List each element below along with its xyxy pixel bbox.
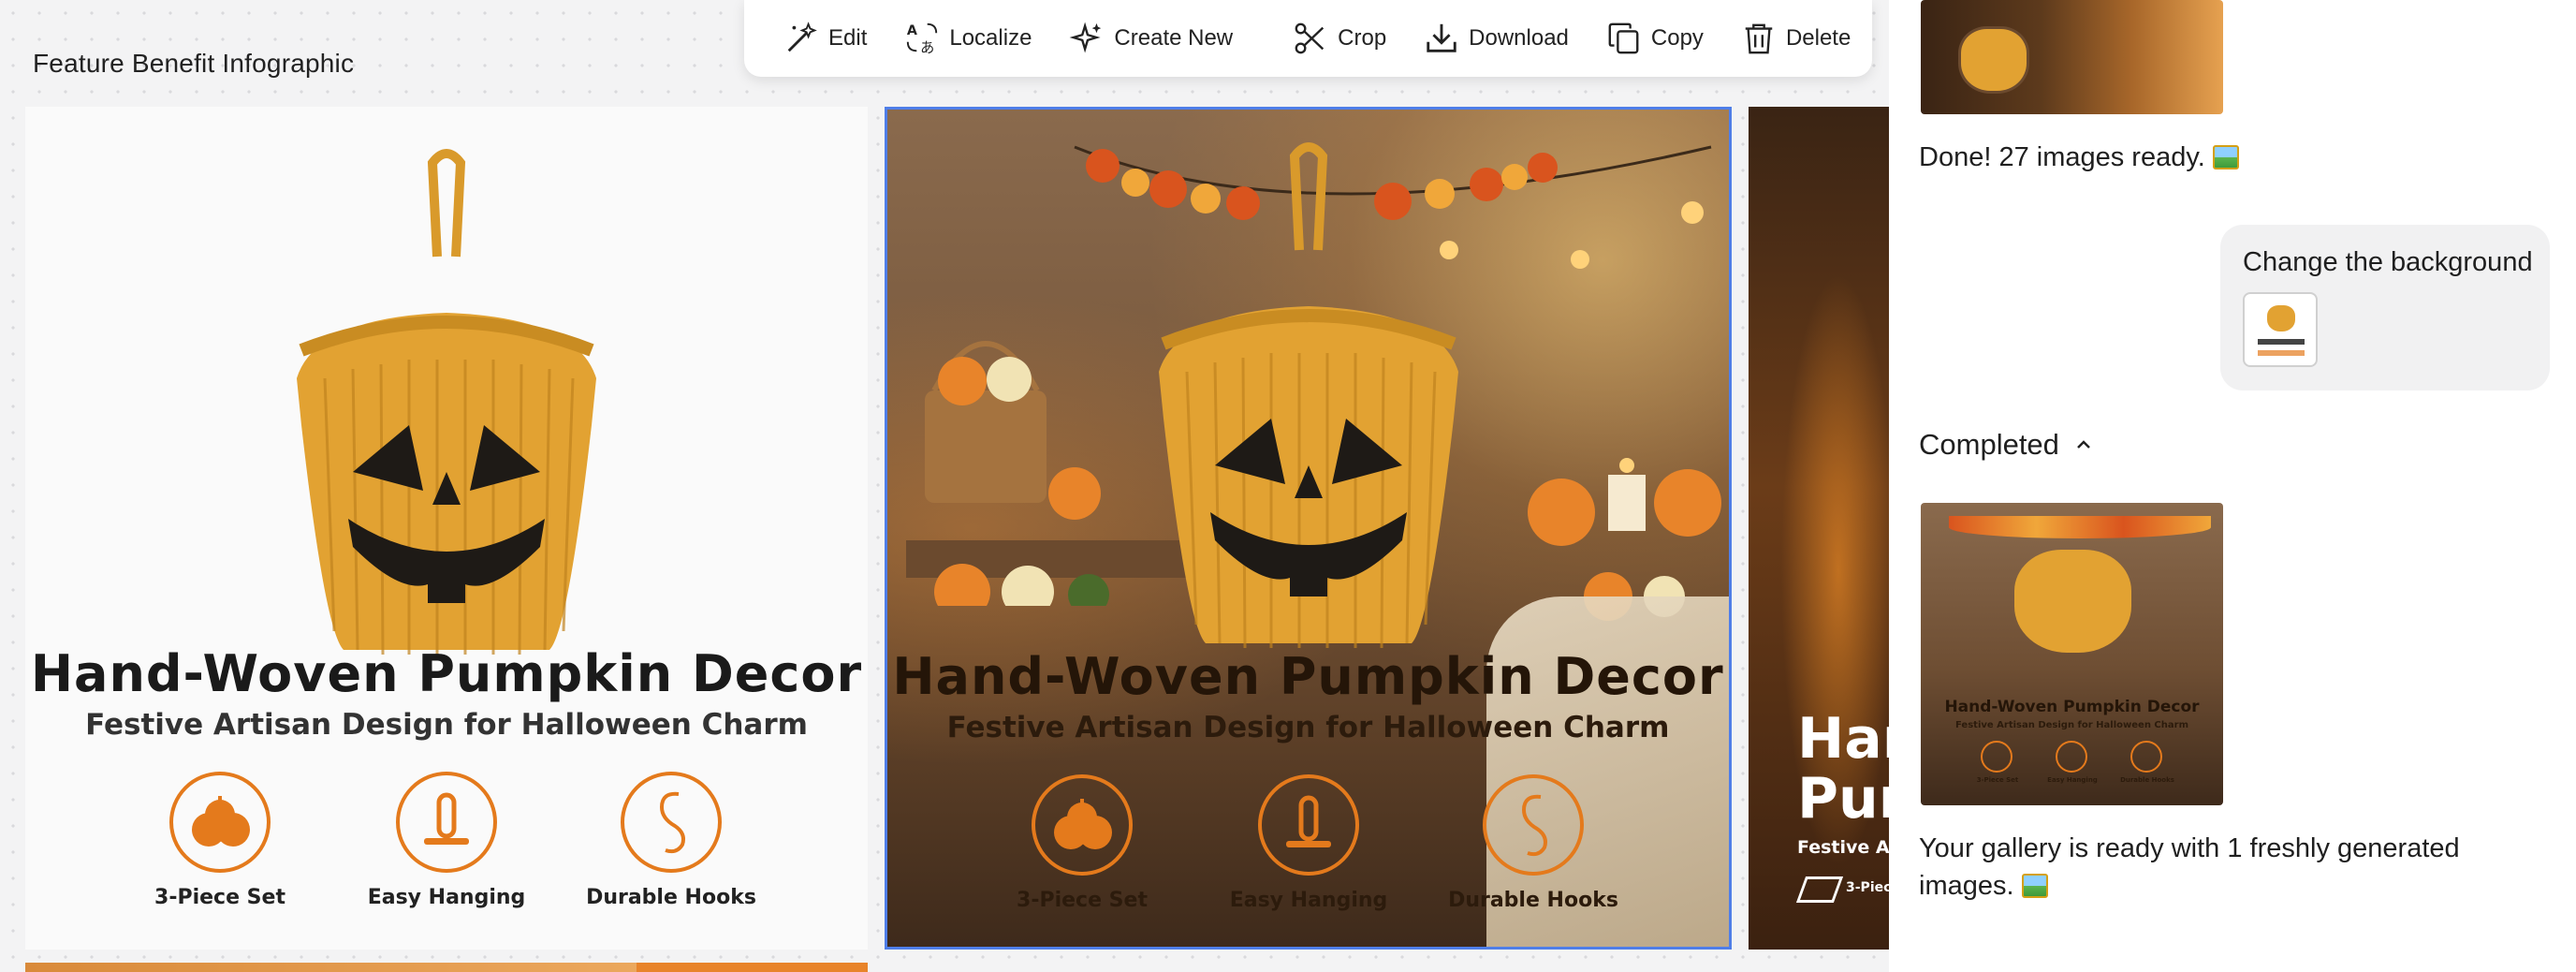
result-thumb-feature: Easy Hanging — [2047, 776, 2098, 784]
done-message: Done! 27 images ready. — [1919, 139, 2239, 176]
garland-thumb — [1949, 516, 2211, 538]
feature-label: 3-Piece Set — [154, 886, 285, 909]
attached-image-thumbnail[interactable] — [2243, 292, 2318, 367]
copy-label: Copy — [1650, 25, 1704, 51]
completed-section-toggle[interactable]: Completed — [1919, 428, 2095, 462]
hanger-icon — [1258, 774, 1359, 876]
hook-icon — [1483, 774, 1584, 876]
image-emoji-icon — [2212, 145, 2239, 169]
feature-3-piece-set: 3-Piece Set — [126, 772, 314, 909]
feature-label: 3-Piece Set — [1017, 889, 1148, 912]
download-button[interactable]: Download — [1405, 10, 1588, 66]
feature-label: 3-Piec — [1846, 880, 1889, 895]
thumb-text-lines — [2258, 339, 2305, 345]
create-new-button[interactable]: Create New — [1050, 10, 1251, 66]
feature-label: Durable Hooks — [586, 886, 756, 909]
trash-icon — [1745, 23, 1773, 54]
card-title-line1: Han — [1797, 706, 1889, 772]
svg-text:A: A — [907, 23, 917, 38]
feature-durable-hooks: Durable Hooks — [1440, 774, 1627, 912]
card-title: Hand-Woven Pumpkin Decor — [892, 647, 1724, 706]
thumb-icon-row — [2258, 350, 2305, 356]
result-thumb-feature: 3-Piece Set — [1976, 776, 2019, 784]
pumpkins-icon — [169, 772, 271, 873]
feature-circle-thumb — [1981, 741, 2012, 773]
translate-icon: Aあ — [907, 22, 938, 56]
user-message-bubble: Change the background — [2220, 225, 2550, 390]
feature-label: Durable Hooks — [1448, 889, 1618, 912]
image-card-1[interactable]: Hand-Woven Pumpkin Decor Festive Artisan… — [25, 107, 868, 950]
copy-button[interactable]: Copy — [1588, 10, 1722, 66]
hook-icon — [621, 772, 722, 873]
canvas[interactable]: Feature Benefit Infographic Hand-Woven P… — [0, 0, 1889, 972]
feature-label: Easy Hanging — [1229, 889, 1388, 912]
hanger-icon — [396, 772, 497, 873]
card-subtitle: Festive Artisan Design for Halloween Cha… — [85, 708, 808, 742]
image-card-2-selected[interactable]: Hand-Woven Pumpkin Decor Festive Artisan… — [885, 107, 1732, 950]
crop-button[interactable]: Crop — [1274, 10, 1405, 66]
completed-label: Completed — [1919, 428, 2059, 461]
localize-button[interactable]: Aあ Localize — [886, 10, 1050, 66]
delete-label: Delete — [1785, 25, 1852, 51]
pumpkin-thumb-icon — [2267, 305, 2295, 331]
user-message-text: Change the background — [2243, 247, 2533, 277]
image-emoji-icon — [2021, 874, 2048, 898]
download-icon — [1427, 23, 1456, 52]
image-card-3[interactable]: Han Pun Festive Art 3-Piec — [1749, 107, 1889, 950]
result-thumbnail[interactable]: Hand-Woven Pumpkin Decor Festive Artisan… — [1921, 503, 2223, 805]
feature-durable-hooks: Durable Hooks — [578, 772, 765, 909]
result-thumb-title: Hand-Woven Pumpkin Decor — [1944, 698, 2200, 716]
feature-circle-thumb — [2056, 741, 2087, 773]
create-new-label: Create New — [1114, 25, 1234, 51]
magic-wand-icon — [787, 22, 817, 52]
final-message: Your gallery is ready with 1 freshly gen… — [1919, 833, 2460, 901]
card-subtitle: Festive Artisan Design for Halloween Cha… — [946, 711, 1670, 744]
feature-circle-thumb — [2130, 741, 2162, 773]
result-thumb-subtitle: Festive Artisan Design for Halloween Cha… — [1955, 720, 2188, 730]
edit-button[interactable]: Edit — [765, 10, 886, 66]
result-thumb-feature: Durable Hooks — [2120, 776, 2174, 784]
pumpkin-thumb-icon — [1958, 26, 2029, 94]
pumpkins-icon — [1032, 774, 1133, 876]
crop-label: Crop — [1338, 25, 1387, 51]
feature-3-piece-set: 3-Piece Set — [988, 774, 1176, 912]
image-toolbar: Edit Aあ Localize Create New Crop Downloa… — [744, 0, 1872, 77]
previous-result-thumbnail[interactable] — [1921, 0, 2223, 114]
card-title: Hand-Woven Pumpkin Decor — [30, 644, 863, 703]
card-subtitle: Festive Art — [1797, 837, 1889, 858]
canvas-title: Feature Benefit Infographic — [33, 49, 355, 78]
feature-easy-hanging: Easy Hanging — [1215, 774, 1402, 912]
next-row-card-2 — [637, 963, 868, 972]
card-title-line2: Pun — [1797, 766, 1889, 832]
feature-easy-hanging: Easy Hanging — [353, 772, 540, 909]
download-label: Download — [1469, 25, 1569, 51]
edit-label: Edit — [828, 25, 868, 51]
pumpkin-thumb-icon — [2014, 550, 2131, 653]
delete-button[interactable]: Delete — [1722, 10, 1869, 66]
feature-label: Easy Hanging — [367, 886, 526, 909]
sparkle-icon — [1070, 22, 1102, 53]
svg-text:あ: あ — [920, 39, 934, 56]
chevron-up-icon — [2077, 440, 2090, 449]
scissors-icon — [1295, 22, 1325, 54]
copy-icon — [1608, 22, 1639, 54]
localize-label: Localize — [949, 25, 1032, 51]
layers-icon — [1795, 876, 1844, 903]
